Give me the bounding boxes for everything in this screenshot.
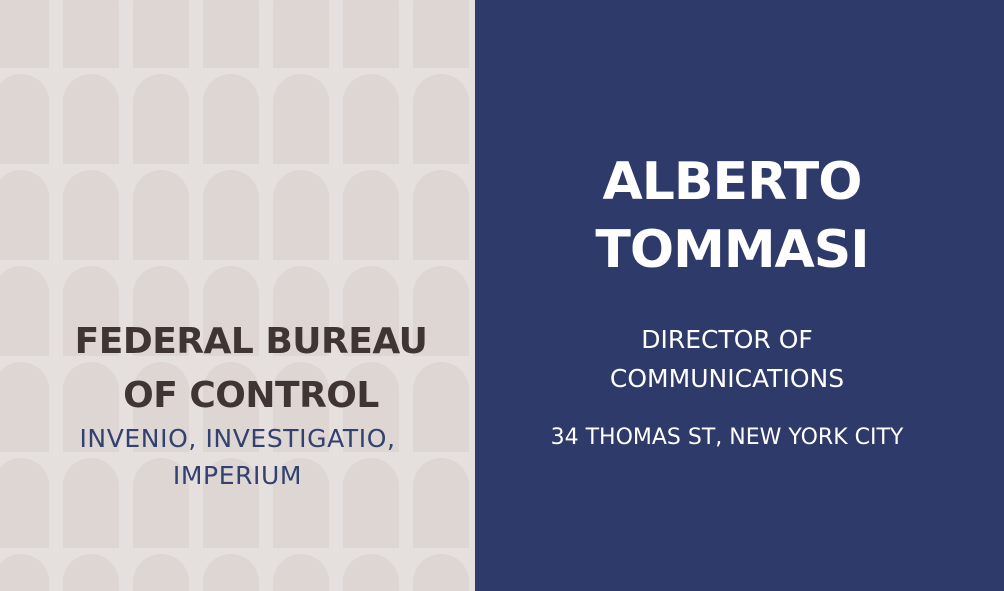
organization-name: FEDERAL BUREAU OF CONTROL	[0, 315, 475, 423]
organization-motto: INVENIO, INVESTIGATIO, IMPERIUM	[0, 420, 475, 494]
card-left-panel: FEDERAL BUREAU OF CONTROL INVENIO, INVES…	[0, 0, 475, 591]
organization-block: FEDERAL BUREAU OF CONTROL INVENIO, INVES…	[0, 315, 475, 494]
job-title-line-2: COMMUNICATIONS	[609, 364, 845, 393]
job-title-line-1: DIRECTOR OF	[641, 325, 813, 354]
organization-name-line-2: OF CONTROL	[123, 375, 379, 416]
job-title: DIRECTOR OF COMMUNICATIONS	[475, 320, 1004, 398]
person-first-name: ALBERTO	[602, 152, 863, 212]
motto-line-2: IMPERIUM	[172, 461, 303, 490]
organization-name-line-1: FEDERAL BUREAU	[74, 321, 428, 362]
business-card: FEDERAL BUREAU OF CONTROL INVENIO, INVES…	[0, 0, 1004, 591]
person-last-name: TOMMASI	[595, 220, 869, 280]
arch-pattern-background	[0, 0, 475, 591]
motto-line-1: INVENIO, INVESTIGATIO,	[79, 424, 396, 453]
address: 34 THOMAS ST, NEW YORK CITY	[550, 425, 904, 450]
person-name: ALBERTO TOMMASI	[475, 148, 1004, 284]
card-right-panel: ALBERTO TOMMASI DIRECTOR OF COMMUNICATIO…	[475, 0, 1004, 591]
